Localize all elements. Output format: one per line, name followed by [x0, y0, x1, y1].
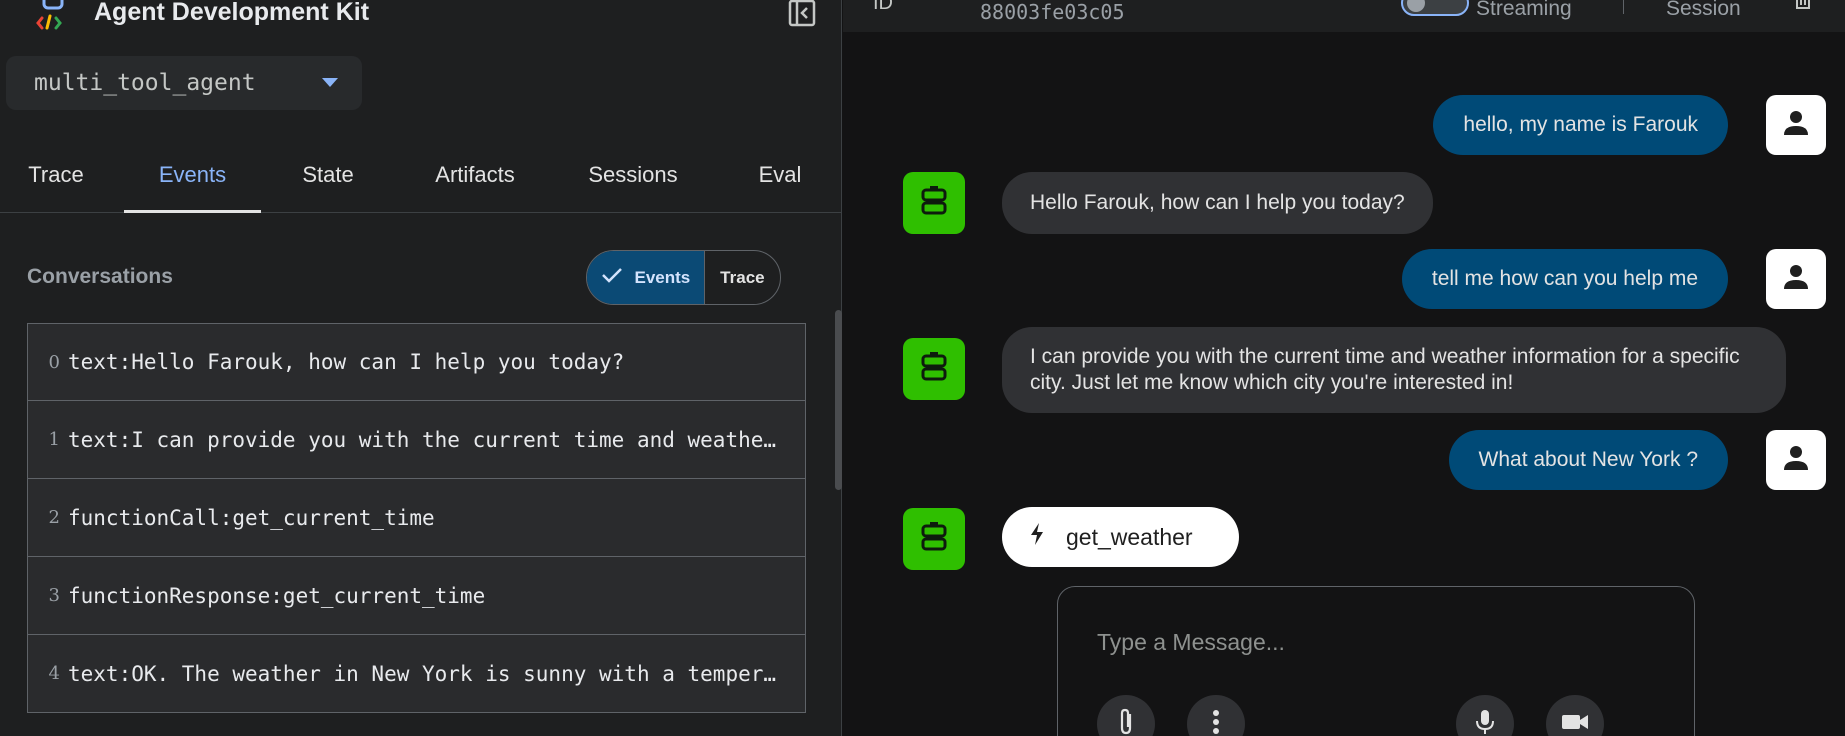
adk-logo-icon: [36, 0, 76, 30]
tab-eval[interactable]: Eval: [744, 150, 816, 213]
agent-select-value: multi_tool_agent: [34, 70, 256, 96]
event-row[interactable]: 4 text:OK. The weather in New York is su…: [27, 635, 806, 713]
topbar-divider: [1623, 0, 1624, 14]
event-index: 0: [48, 351, 60, 373]
toggle-events-label: Events: [634, 267, 691, 287]
person-icon: [1781, 262, 1811, 297]
event-text: text:Hello Farouk, how can I help you to…: [68, 350, 625, 374]
events-list: 0 text:Hello Farouk, how can I help you …: [27, 323, 806, 713]
user-avatar: [1766, 249, 1826, 309]
user-message: tell me how can you help me: [1401, 249, 1728, 309]
agent-select[interactable]: multi_tool_agent: [6, 56, 362, 110]
tab-artifacts[interactable]: Artifacts: [418, 150, 532, 213]
person-icon: [1781, 443, 1811, 478]
streaming-toggle[interactable]: [1401, 0, 1469, 16]
chevron-down-icon: [322, 78, 338, 87]
toggle-trace-label: Trace: [720, 267, 765, 287]
new-session-button[interactable]: Session: [1666, 0, 1741, 21]
function-call-name: get_weather: [1066, 523, 1193, 550]
more-vert-icon: [1212, 709, 1220, 736]
chat-topbar: ID 88003fe03c05 Streaming Session: [843, 0, 1845, 32]
toggle-events-button[interactable]: Events: [587, 251, 705, 304]
event-text: functionResponse:get_current_time: [68, 583, 486, 608]
event-index: 4: [48, 663, 60, 684]
event-row[interactable]: 0 text:Hello Farouk, how can I help you …: [27, 323, 806, 401]
event-text: text:OK. The weather in New York is sunn…: [68, 661, 788, 686]
robot-icon: [919, 351, 949, 387]
bot-avatar: [903, 508, 965, 570]
session-id-value: 88003fe03c05: [980, 0, 1125, 24]
user-avatar: [1766, 95, 1826, 155]
brand: Agent Development Kit: [36, 0, 369, 30]
check-icon: [601, 266, 623, 289]
function-call-chip[interactable]: get_weather: [1002, 507, 1239, 567]
collapse-sidebar-button[interactable]: [787, 0, 817, 30]
robot-icon: [919, 521, 949, 557]
message-input[interactable]: Type a Message...: [1097, 629, 1285, 656]
event-text: text:I can provide you with the current …: [68, 427, 788, 452]
events-trace-toggle: Events Trace: [586, 250, 781, 305]
sidebar-tabs: Trace Events State Artifacts Sessions Ev…: [0, 150, 841, 213]
tab-trace[interactable]: Trace: [0, 150, 112, 213]
bot-message: Hello Farouk, how can I help you today?: [1002, 172, 1433, 234]
session-id-label: ID: [873, 0, 893, 14]
sidebar-collapse-icon: [788, 0, 816, 32]
more-options-button[interactable]: [1187, 695, 1245, 736]
toggle-trace-button[interactable]: Trace: [705, 251, 780, 304]
user-message: What about New York ?: [1448, 430, 1728, 490]
event-row[interactable]: 3 functionResponse:get_current_time: [27, 557, 806, 635]
microphone-icon: [1474, 708, 1496, 736]
bot-avatar: [903, 172, 965, 234]
person-icon: [1781, 108, 1811, 143]
event-index: 3: [48, 585, 60, 606]
delete-session-icon[interactable]: [1793, 0, 1813, 14]
event-row[interactable]: 1 text:I can provide you with the curren…: [27, 401, 806, 479]
videocam-icon: [1560, 711, 1590, 736]
event-row[interactable]: 2 functionCall:get_current_time: [27, 479, 806, 557]
conversations-title: Conversations: [27, 265, 173, 288]
microphone-button[interactable]: [1456, 695, 1514, 736]
sidebar: Agent Development Kit multi_tool_agent T…: [0, 0, 842, 736]
bot-message: I can provide you with the current time …: [1002, 327, 1786, 413]
message-composer[interactable]: Type a Message...: [1057, 586, 1695, 736]
chat-panel: ID 88003fe03c05 Streaming Session hello,…: [843, 0, 1845, 736]
tab-sessions[interactable]: Sessions: [580, 150, 686, 213]
toggle-knob: [1407, 0, 1425, 12]
robot-icon: [919, 185, 949, 221]
tab-state[interactable]: State: [275, 150, 381, 213]
paperclip-icon: [1116, 708, 1136, 736]
event-index: 2: [48, 507, 60, 528]
event-index: 1: [48, 429, 60, 450]
video-button[interactable]: [1546, 695, 1604, 736]
attach-button[interactable]: [1097, 695, 1155, 736]
bot-avatar: [903, 338, 965, 400]
streaming-label: Streaming: [1476, 0, 1572, 20]
sidebar-scrollbar[interactable]: [835, 310, 842, 490]
user-avatar: [1766, 430, 1826, 490]
bolt-icon: [1030, 523, 1044, 551]
app-title: Agent Development Kit: [94, 0, 370, 26]
event-text: functionCall:get_current_time: [68, 505, 435, 530]
tab-events[interactable]: Events: [124, 150, 261, 213]
user-message: hello, my name is Farouk: [1433, 95, 1728, 155]
